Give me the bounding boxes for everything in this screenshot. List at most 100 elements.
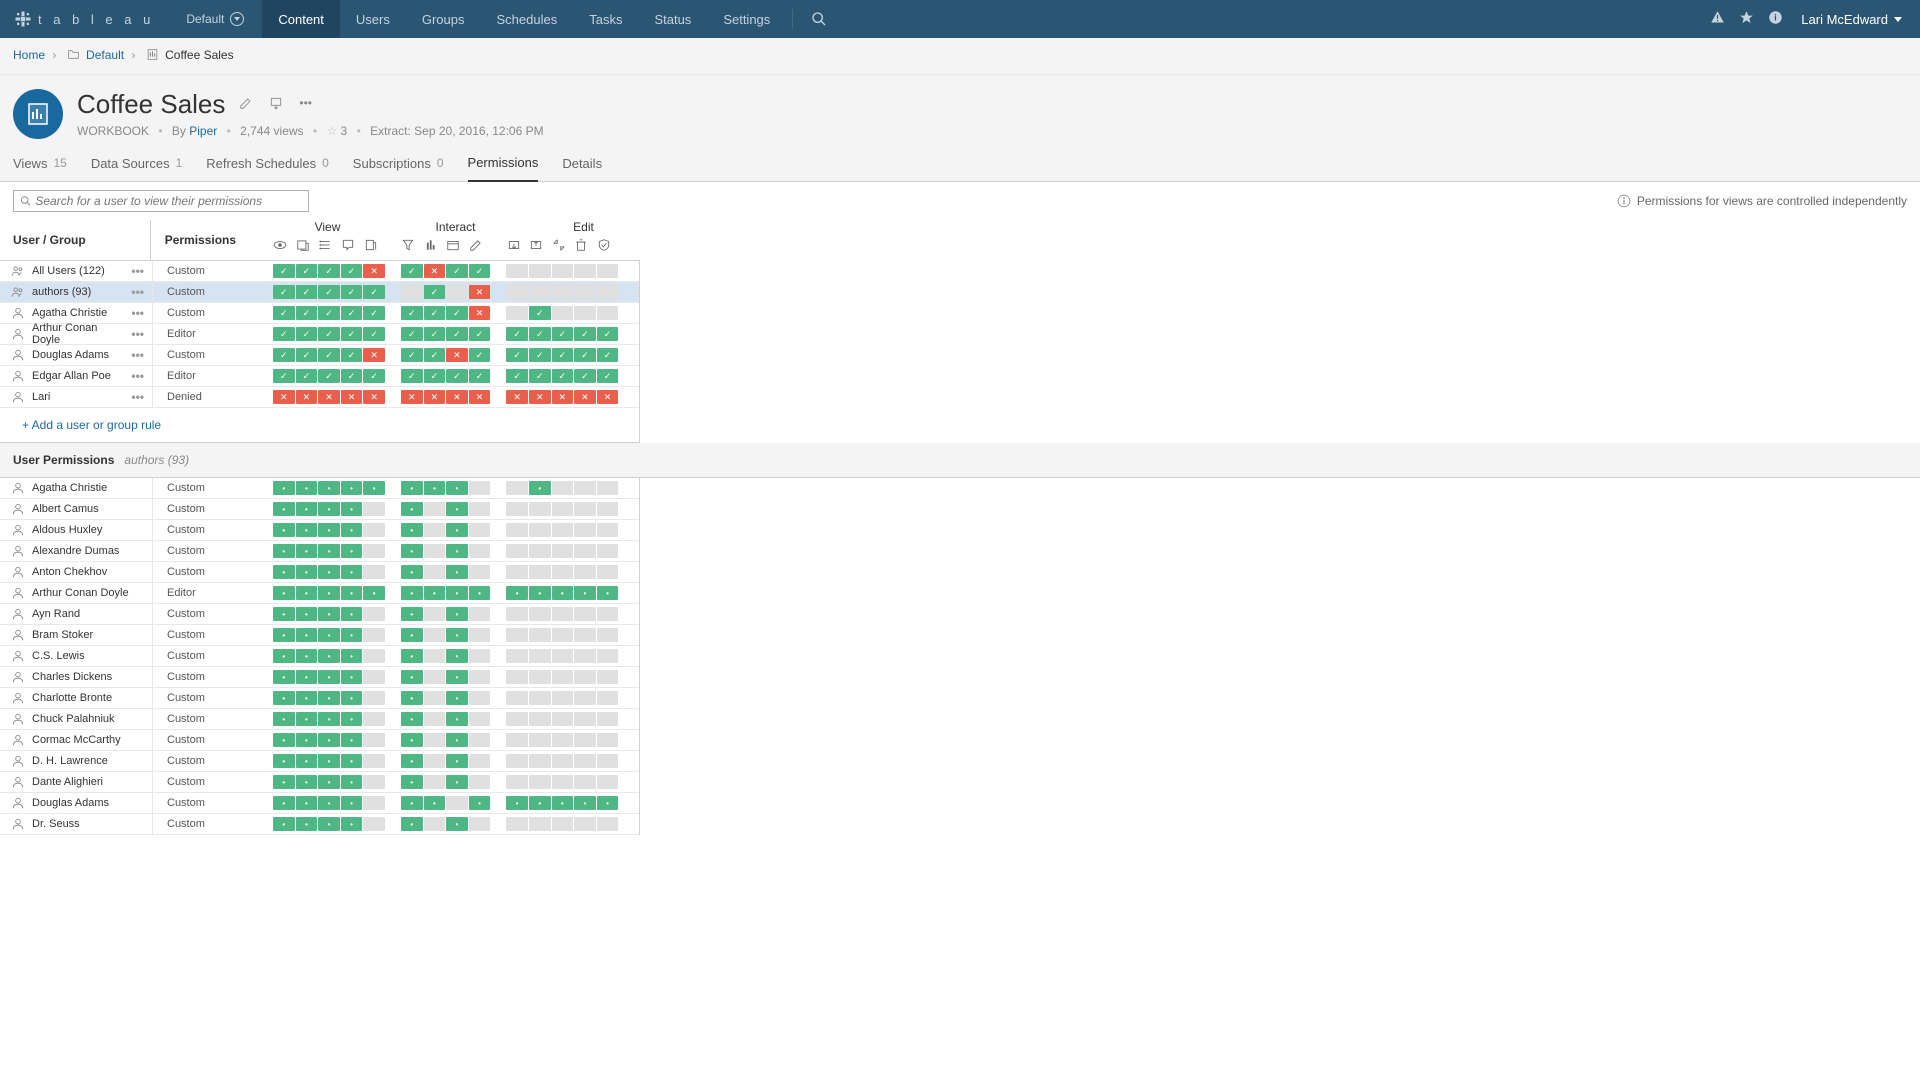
perm-cell[interactable] [506,712,528,726]
perm-cell[interactable] [341,565,363,579]
perm-cell[interactable] [318,369,340,383]
perm-cell[interactable] [529,285,551,299]
perm-cell[interactable] [401,754,423,768]
perm-cell[interactable] [552,628,574,642]
perm-cell[interactable] [446,691,468,705]
perm-cell[interactable] [401,285,423,299]
perm-cell[interactable] [273,523,295,537]
perm-cell[interactable] [424,649,446,663]
row-actions-button[interactable]: ••• [123,348,152,362]
perm-cell[interactable] [363,691,385,705]
perm-cell[interactable] [597,628,619,642]
perm-cell[interactable] [341,348,363,362]
perm-cell[interactable] [318,285,340,299]
perm-cell[interactable] [273,348,295,362]
perm-cell[interactable] [401,649,423,663]
perm-cell[interactable] [552,264,574,278]
perm-row[interactable]: Albert Camus Custom [0,499,639,520]
perm-role[interactable]: Custom [153,566,273,578]
perm-cell[interactable] [574,306,596,320]
perm-cell[interactable] [273,754,295,768]
perm-cell[interactable] [574,712,596,726]
perm-cell[interactable] [446,607,468,621]
perm-cell[interactable] [424,586,446,600]
perm-cell[interactable] [574,369,596,383]
perm-cell[interactable] [273,817,295,831]
perm-cell[interactable] [597,565,619,579]
perm-cell[interactable] [273,481,295,495]
perm-cell[interactable] [318,586,340,600]
perm-cell[interactable] [506,586,528,600]
perm-cell[interactable] [341,264,363,278]
perm-row[interactable]: Douglas Adams Custom [0,793,639,814]
perm-cell[interactable] [401,670,423,684]
perm-cell[interactable] [597,502,619,516]
perm-role[interactable]: Custom [153,265,273,277]
perm-cell[interactable] [552,754,574,768]
perm-row[interactable]: Ayn Rand Custom [0,604,639,625]
more-actions-button[interactable]: ••• [295,92,316,117]
perm-cell[interactable] [529,754,551,768]
nav-users[interactable]: Users [340,0,406,38]
tab-views[interactable]: Views15 [13,155,67,181]
perm-cell[interactable] [273,390,295,404]
perm-cell[interactable] [529,264,551,278]
perm-cell[interactable] [363,607,385,621]
perm-role[interactable]: Editor [153,328,273,340]
perm-cell[interactable] [273,775,295,789]
perm-cell[interactable] [401,502,423,516]
perm-cell[interactable] [529,817,551,831]
perm-role[interactable]: Custom [153,482,273,494]
perm-cell[interactable] [446,327,468,341]
perm-cell[interactable] [341,670,363,684]
perm-role[interactable]: Custom [153,818,273,830]
perm-cell[interactable] [574,775,596,789]
perm-cell[interactable] [296,733,318,747]
perm-role[interactable]: Custom [153,650,273,662]
perm-cell[interactable] [552,502,574,516]
perm-cell[interactable] [574,348,596,362]
perm-role[interactable]: Custom [153,671,273,683]
perm-row[interactable]: Arthur Conan Doyle ••• Editor [0,324,639,345]
perm-cell[interactable] [296,712,318,726]
perm-cell[interactable] [529,327,551,341]
perm-cell[interactable] [529,712,551,726]
perm-cell[interactable] [529,775,551,789]
perm-cell[interactable] [363,586,385,600]
perm-cell[interactable] [296,390,318,404]
perm-cell[interactable] [341,369,363,383]
perm-cell[interactable] [574,649,596,663]
perm-cell[interactable] [529,670,551,684]
perm-role[interactable]: Custom [153,776,273,788]
perm-role[interactable]: Editor [153,370,273,382]
perm-cell[interactable] [318,481,340,495]
perm-cell[interactable] [574,390,596,404]
perm-cell[interactable] [341,607,363,621]
perm-cell[interactable] [296,796,318,810]
perm-cell[interactable] [296,565,318,579]
perm-cell[interactable] [424,733,446,747]
perm-cell[interactable] [446,544,468,558]
perm-cell[interactable] [446,733,468,747]
capability-icon[interactable] [593,236,616,254]
perm-cell[interactable] [273,628,295,642]
perm-cell[interactable] [574,523,596,537]
perm-cell[interactable] [552,544,574,558]
perm-cell[interactable] [341,712,363,726]
perm-cell[interactable] [363,306,385,320]
perm-cell[interactable] [273,796,295,810]
perm-cell[interactable] [597,607,619,621]
perm-cell[interactable] [552,670,574,684]
perm-row[interactable]: All Users (122) ••• Custom [0,261,639,282]
perm-cell[interactable] [469,691,491,705]
perm-cell[interactable] [341,586,363,600]
perm-cell[interactable] [296,481,318,495]
perm-role[interactable]: Custom [153,524,273,536]
capability-icon[interactable] [570,236,593,254]
perm-cell[interactable] [296,348,318,362]
row-actions-button[interactable]: ••• [123,306,152,320]
perm-cell[interactable] [446,285,468,299]
perm-cell[interactable] [401,264,423,278]
row-actions-button[interactable]: ••• [123,369,152,383]
perm-row[interactable]: Alexandre Dumas Custom [0,541,639,562]
